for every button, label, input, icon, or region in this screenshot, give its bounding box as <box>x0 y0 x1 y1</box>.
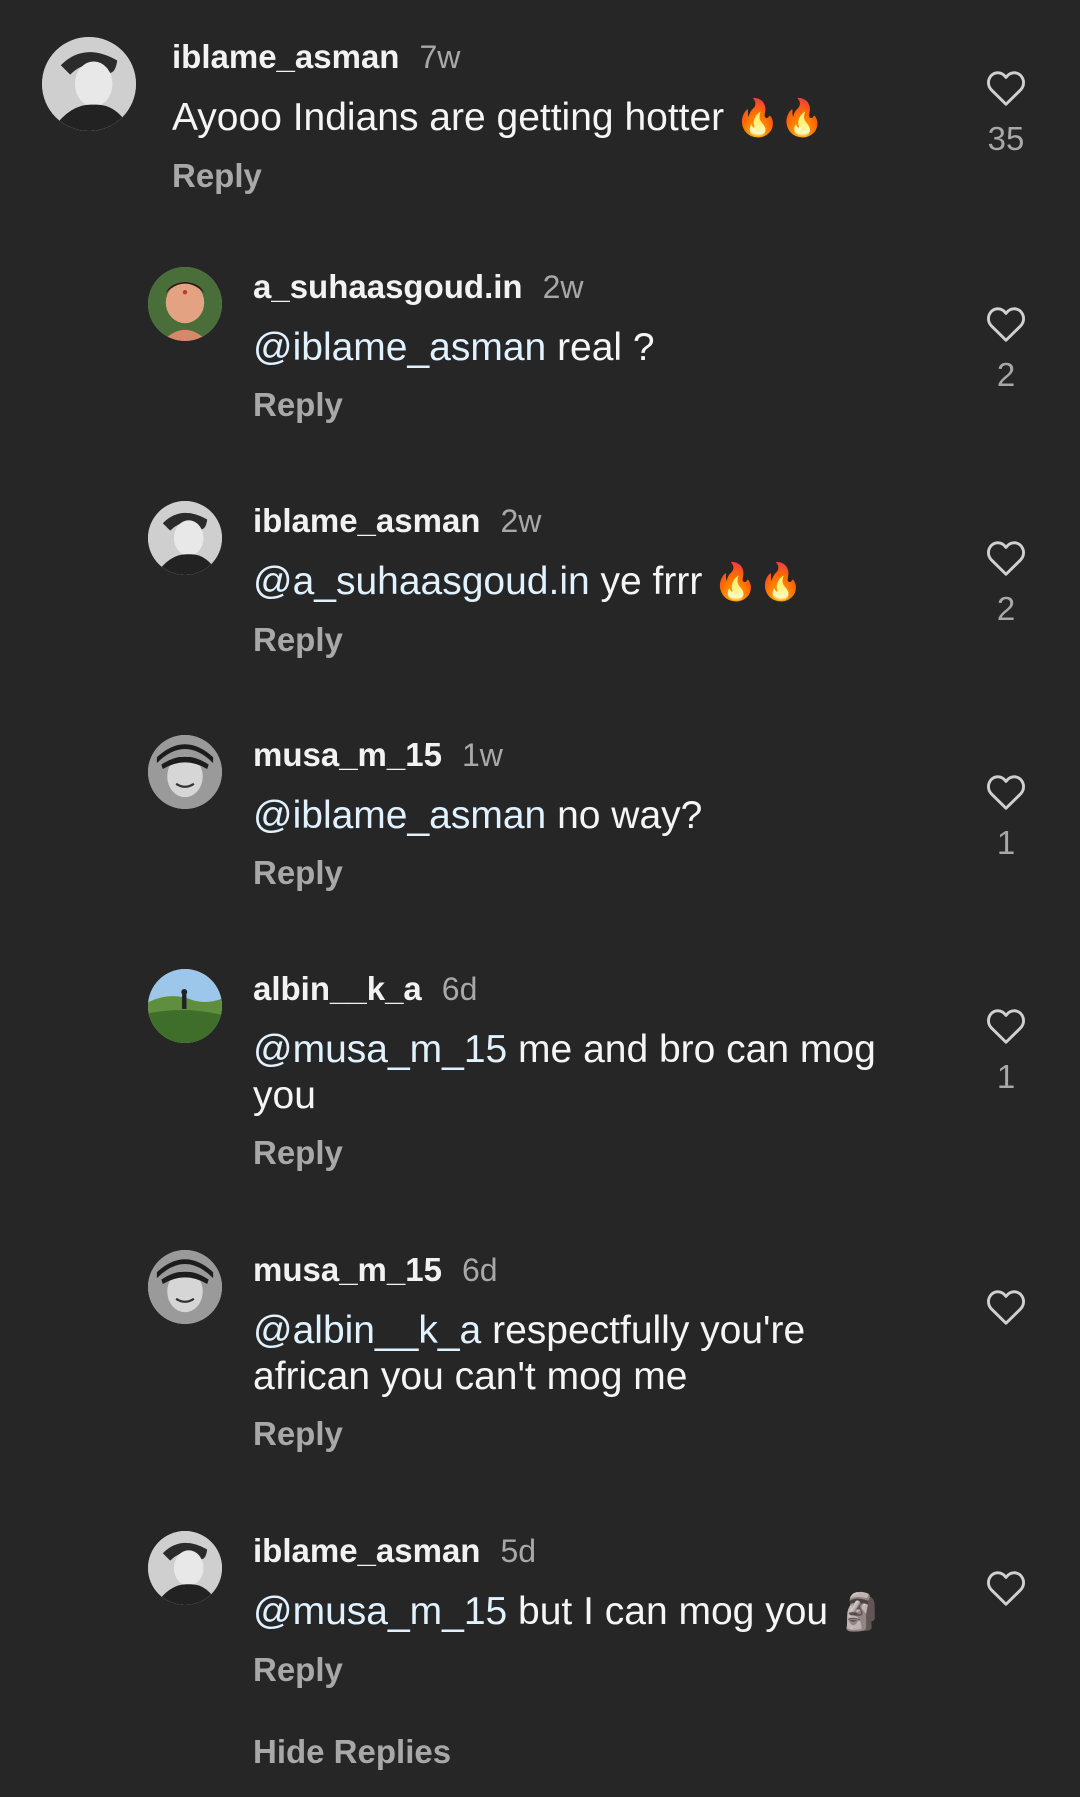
reply-button[interactable]: Reply <box>253 385 893 425</box>
heart-outline-icon[interactable] <box>984 537 1028 577</box>
comment-username[interactable]: iblame_asman <box>172 37 399 77</box>
mention-link[interactable]: @iblame_asman <box>253 794 546 837</box>
comment-time: 6d <box>441 971 478 1007</box>
like-count: 35 <box>987 120 1025 157</box>
mention-link[interactable]: @musa_m_15 <box>253 1028 507 1071</box>
comment-username[interactable]: albin__k_a <box>253 969 422 1009</box>
comment-text: @musa_m_15 but I can mog you 🗿 <box>253 1589 893 1636</box>
comment-text-content: no way? <box>546 794 703 837</box>
like-control: 35 <box>960 67 1052 159</box>
mention-link[interactable]: @musa_m_15 <box>253 1590 507 1633</box>
comment-time: 6d <box>461 1252 498 1288</box>
like-control <box>960 1286 1052 1338</box>
heart-outline-icon[interactable] <box>984 771 1028 811</box>
like-count: 1 <box>996 1058 1016 1095</box>
reply-button[interactable]: Reply <box>253 853 893 893</box>
reply-button[interactable]: Reply <box>253 620 893 660</box>
fire-emoji: 🔥🔥 <box>735 98 825 139</box>
comment-text-content: ye frrr <box>589 560 703 603</box>
avatar[interactable] <box>148 501 222 575</box>
comment-time: 5d <box>500 1533 537 1569</box>
like-control <box>960 1567 1052 1619</box>
like-control: 1 <box>960 771 1052 863</box>
heart-outline-icon[interactable] <box>984 1286 1028 1326</box>
reply-button[interactable]: Reply <box>253 1650 893 1690</box>
comment-username[interactable]: iblame_asman <box>253 501 480 541</box>
comment-body: a_suhaasgoud.in 2w @iblame_asman real ? … <box>253 267 893 425</box>
like-control: 2 <box>960 303 1052 395</box>
comment-body: musa_m_15 1w @iblame_asman no way? Reply <box>253 735 893 893</box>
comment-text: @albin__k_a respectfully you're african … <box>253 1308 893 1400</box>
comment-username[interactable]: a_suhaasgoud.in <box>253 267 523 307</box>
comment-body: iblame_asman 2w @a_suhaasgoud.in ye frrr… <box>253 501 893 660</box>
heart-outline-icon[interactable] <box>984 303 1028 343</box>
moai-emoji: 🗿 <box>838 1592 884 1633</box>
comment-text-content: real ? <box>546 326 655 369</box>
comment-body: albin__k_a 6d @musa_m_15 me and bro can … <box>253 969 893 1173</box>
comment-text: @musa_m_15 me and bro can mog you <box>253 1027 893 1119</box>
mention-link[interactable]: @iblame_asman <box>253 326 546 369</box>
reply-button[interactable]: Reply <box>253 1133 893 1173</box>
comment-text-content: but I can mog you <box>507 1590 829 1633</box>
comment-text: Ayooo Indians are getting hotter 🔥🔥 <box>172 95 872 142</box>
avatar[interactable] <box>148 1531 222 1605</box>
comment-text: @iblame_asman real ? <box>253 325 893 371</box>
comment-time: 2w <box>500 503 542 539</box>
comment-time: 2w <box>542 269 584 305</box>
comment-body: musa_m_15 6d @albin__k_a respectfully yo… <box>253 1250 893 1454</box>
comment-body: iblame_asman 5d @musa_m_15 but I can mog… <box>253 1531 893 1690</box>
avatar[interactable] <box>148 969 222 1043</box>
like-control: 1 <box>960 1005 1052 1097</box>
comment-text: @a_suhaasgoud.in ye frrr 🔥🔥 <box>253 559 893 606</box>
fire-emoji: 🔥🔥 <box>713 562 803 603</box>
avatar[interactable] <box>148 267 222 341</box>
comment-text-content: Ayooo Indians are getting hotter <box>172 96 725 139</box>
comment-time: 1w <box>461 737 503 773</box>
hide-replies-button[interactable]: Hide Replies <box>253 1732 451 1772</box>
mention-link[interactable]: @a_suhaasgoud.in <box>253 560 590 603</box>
comment-username[interactable]: musa_m_15 <box>253 735 442 775</box>
like-count: 2 <box>996 590 1016 627</box>
like-count: 1 <box>996 824 1016 861</box>
avatar[interactable] <box>148 1250 222 1324</box>
avatar[interactable] <box>42 37 136 131</box>
mention-link[interactable]: @albin__k_a <box>253 1309 481 1352</box>
comment-time: 7w <box>419 39 461 75</box>
like-count: 2 <box>996 356 1016 393</box>
comment-text: @iblame_asman no way? <box>253 793 893 839</box>
heart-outline-icon[interactable] <box>984 1005 1028 1045</box>
comment-username[interactable]: musa_m_15 <box>253 1250 442 1290</box>
avatar[interactable] <box>148 735 222 809</box>
comment-body: iblame_asman 7w Ayooo Indians are gettin… <box>172 37 872 196</box>
heart-outline-icon[interactable] <box>984 1567 1028 1607</box>
comment-username[interactable]: iblame_asman <box>253 1531 480 1571</box>
reply-button[interactable]: Reply <box>253 1414 893 1454</box>
like-control: 2 <box>960 537 1052 629</box>
reply-button[interactable]: Reply <box>172 156 872 196</box>
heart-outline-icon[interactable] <box>984 67 1028 107</box>
